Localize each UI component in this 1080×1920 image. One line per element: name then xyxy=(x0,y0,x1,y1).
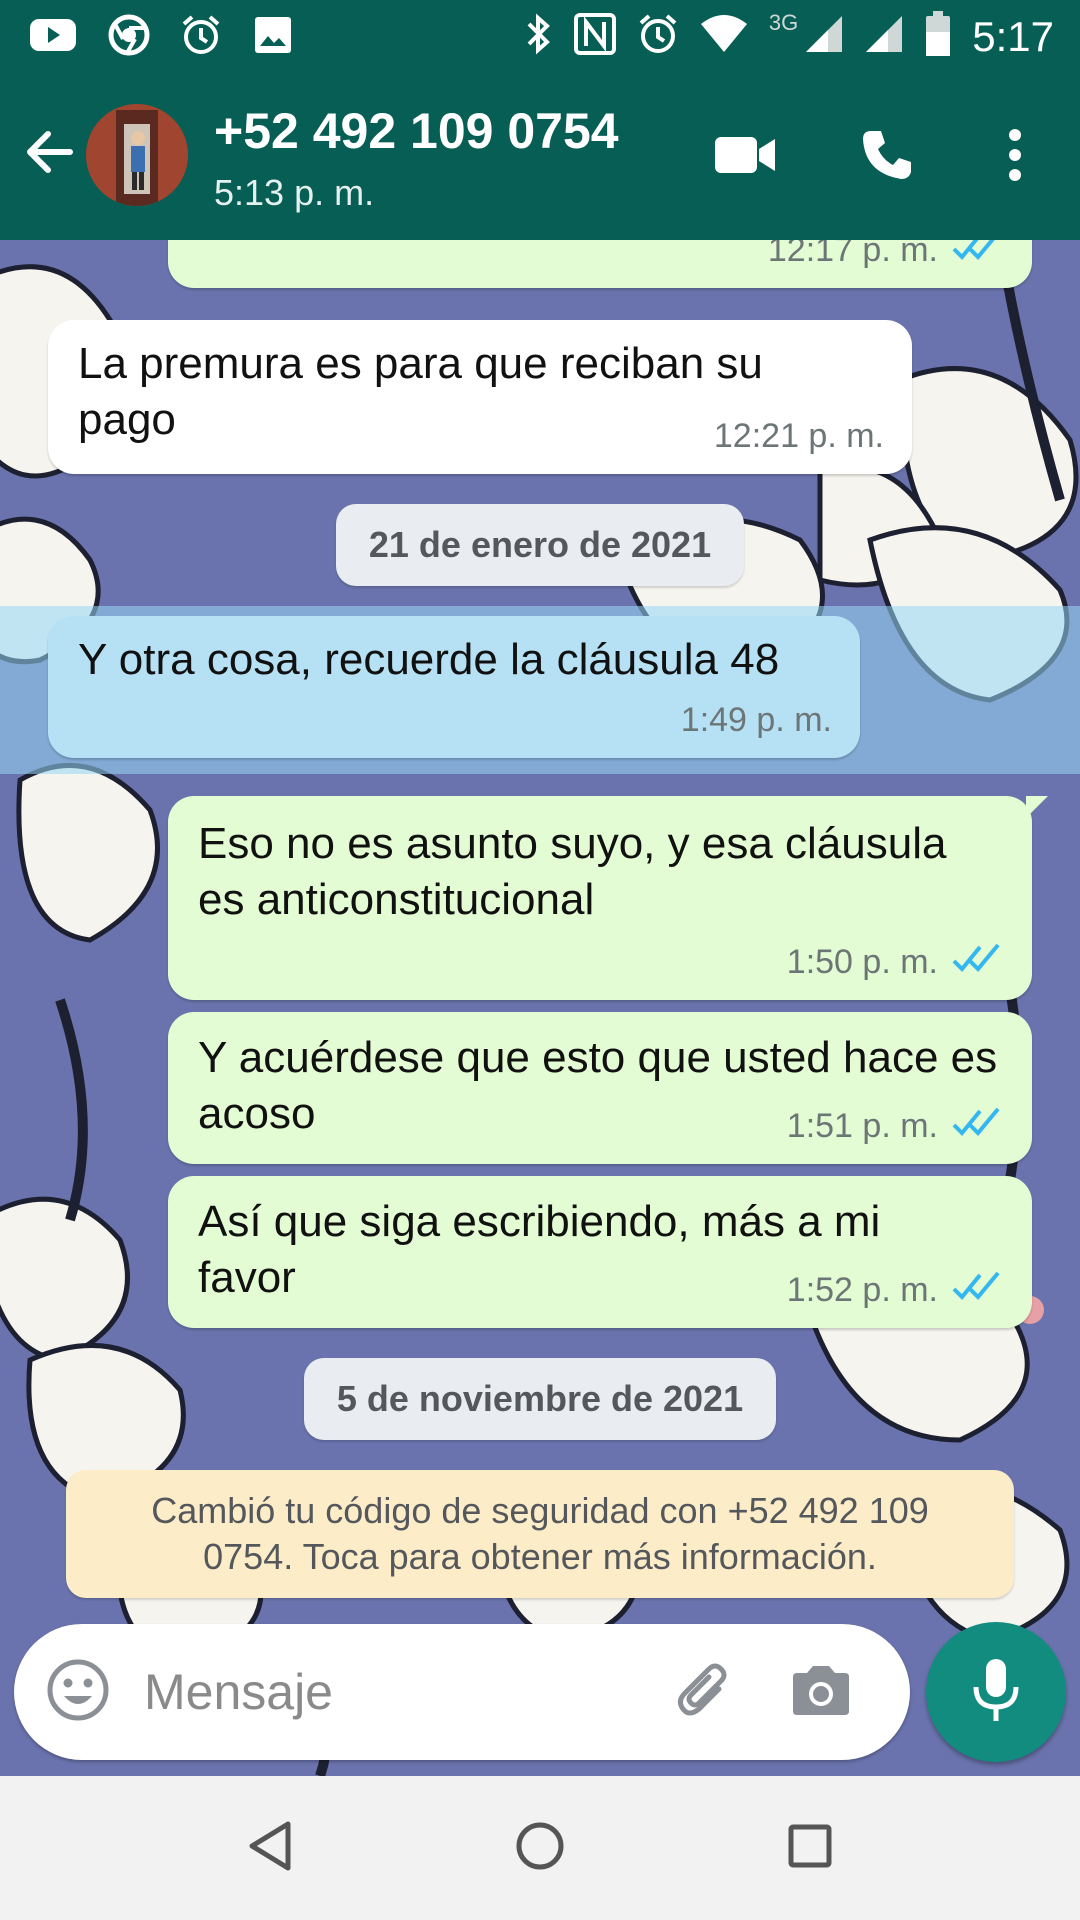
message-bubble-outgoing[interactable]: Así que siga escribiendo, más a mi favor… xyxy=(168,1176,1032,1328)
nfc-icon xyxy=(573,12,617,61)
message-text: Eso no es asunto suyo, y esa cláusula es… xyxy=(198,819,947,924)
status-bar: 3G 5:17 xyxy=(0,0,1080,72)
message-meta: 1:51 p. m. xyxy=(787,1098,1004,1154)
nav-back-button[interactable] xyxy=(234,1812,306,1884)
date-separator: 21 de enero de 2021 xyxy=(336,504,744,586)
message-time: 1:50 p. m. xyxy=(786,943,938,981)
video-call-icon xyxy=(713,133,777,182)
double-check-icon xyxy=(952,240,1004,278)
contact-name[interactable]: +52 492 109 0754 xyxy=(214,102,619,160)
back-button[interactable] xyxy=(18,122,82,186)
bluetooth-icon xyxy=(525,12,553,61)
chat-header: +52 492 109 0754 5:13 p. m. xyxy=(0,72,1080,240)
message-time: 1:52 p. m. xyxy=(786,1271,938,1309)
back-arrow-icon xyxy=(24,126,76,183)
message-bubble-outgoing[interactable]: Y acuérdese que esto que usted hace es a… xyxy=(168,1012,1032,1164)
message-meta: 12:21 p. m. xyxy=(714,408,884,464)
wifi-icon xyxy=(699,14,749,59)
message-input[interactable] xyxy=(144,1660,504,1724)
more-vert-icon xyxy=(1007,128,1023,186)
message-time: 12:21 p. m. xyxy=(713,417,884,455)
chat-area[interactable]: apoyamos 12:17 p. m. La premura es para … xyxy=(0,240,1080,1776)
nav-recents-icon xyxy=(786,1822,834,1875)
voice-call-button[interactable] xyxy=(852,122,922,192)
nav-back-icon xyxy=(246,1820,294,1877)
youtube-icon xyxy=(28,15,78,60)
emoji-button[interactable] xyxy=(44,1658,112,1726)
voice-message-button[interactable] xyxy=(926,1622,1066,1762)
emoji-icon xyxy=(46,1658,110,1727)
security-code-notice[interactable]: Cambió tu código de seguridad con +52 49… xyxy=(66,1470,1014,1598)
phone-icon xyxy=(859,127,915,188)
message-text: Y otra cosa, recuerde la cláusula 48 xyxy=(78,635,780,684)
attach-button[interactable] xyxy=(670,1658,740,1728)
image-icon xyxy=(252,14,294,61)
system-nav-bar xyxy=(0,1776,1080,1920)
message-bubble-incoming[interactable]: La premura es para que reciban su pago 1… xyxy=(48,320,912,474)
nav-home-button[interactable] xyxy=(504,1812,576,1884)
message-time: 1:51 p. m. xyxy=(786,1107,938,1145)
message-bubble-outgoing[interactable]: Eso no es asunto suyo, y esa cláusula es… xyxy=(168,796,1048,1000)
message-meta: 12:17 p. m. xyxy=(768,240,1004,278)
status-time: 5:17 xyxy=(972,12,1054,60)
attach-icon xyxy=(673,1659,737,1728)
alarm-icon xyxy=(180,14,222,61)
more-options-button[interactable] xyxy=(980,122,1050,192)
camera-icon xyxy=(789,1663,853,1724)
message-bubble-outgoing[interactable]: apoyamos 12:17 p. m. xyxy=(168,240,1032,288)
nav-home-icon xyxy=(514,1820,566,1877)
double-check-icon xyxy=(952,1262,1004,1318)
message-time: 12:17 p. m. xyxy=(767,240,938,269)
camera-button[interactable] xyxy=(786,1658,856,1728)
avatar[interactable] xyxy=(86,104,188,206)
double-check-icon xyxy=(952,1098,1004,1154)
message-bubble-incoming[interactable]: Y otra cosa, recuerde la cláusula 48 1:4… xyxy=(48,616,860,758)
message-time: 1:49 p. m. xyxy=(680,701,832,739)
nav-recents-button[interactable] xyxy=(774,1812,846,1884)
message-meta: 1:52 p. m. xyxy=(787,1262,1004,1318)
mic-icon xyxy=(972,1657,1020,1728)
message-composer xyxy=(14,1624,910,1760)
network-type: 3G xyxy=(768,9,799,35)
video-call-button[interactable] xyxy=(710,122,780,192)
bubble-tail xyxy=(1026,796,1048,818)
last-seen: 5:13 p. m. xyxy=(214,172,375,213)
chrome-icon xyxy=(108,14,150,61)
battery-icon xyxy=(924,10,952,63)
message-meta: 1:49 p. m. xyxy=(681,692,832,748)
alarm-icon xyxy=(637,13,679,60)
signal-icon xyxy=(804,14,844,59)
signal-icon xyxy=(864,14,904,59)
double-check-icon xyxy=(952,934,1004,990)
message-meta: 1:50 p. m. xyxy=(787,934,1004,990)
date-separator: 5 de noviembre de 2021 xyxy=(304,1358,776,1440)
